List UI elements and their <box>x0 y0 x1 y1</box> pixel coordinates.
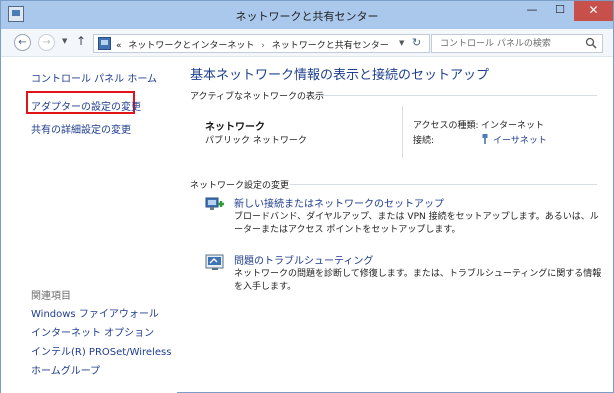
task-description-new-connection: ブロードバンド、ダイヤルアップ、または VPN 接続をセットアップします。あるい… <box>234 212 599 235</box>
breadcrumb-item-network-sharing-center[interactable]: ネットワークと共有センター <box>272 41 389 51</box>
connection-item[interactable]: イーサネット <box>481 133 547 146</box>
forward-button[interactable]: → <box>38 34 55 51</box>
breadcrumb-separator[interactable]: › <box>261 41 265 51</box>
sidebar-link-windows-firewall[interactable]: Windows ファイアウォール <box>31 305 159 320</box>
sidebar-link-change-adapter-settings[interactable]: アダプターの設定の変更 <box>31 98 141 113</box>
sidebar-link-control-panel-home[interactable]: コントロール パネル ホーム <box>31 70 157 85</box>
troubleshoot-icon <box>205 254 224 270</box>
breadcrumb: « ネットワークとインターネット › ネットワークと共有センター <box>116 38 389 51</box>
access-type-value: インターネット <box>481 121 545 131</box>
address-box[interactable]: « ネットワークとインターネット › ネットワークと共有センター ▼ ↻ <box>93 34 430 53</box>
maximize-button[interactable]: ☐ <box>546 1 574 21</box>
breadcrumb-item-network-internet[interactable]: ネットワークとインターネット <box>128 41 254 51</box>
minimize-button[interactable]: — <box>518 1 546 21</box>
network-type[interactable]: パブリック ネットワーク <box>205 133 307 146</box>
sidebar-link-internet-options[interactable]: インターネット オプション <box>31 324 154 339</box>
network-name: ネットワーク <box>205 122 265 133</box>
connections-label: 接続: <box>413 136 435 146</box>
ethernet-icon <box>482 134 488 144</box>
active-networks-heading: アクティブなネットワークの表示 <box>190 92 325 102</box>
access-type-label: アクセスの種類: <box>413 121 479 131</box>
sidebar-link-homegroup[interactable]: ホームグループ <box>31 362 100 377</box>
sidebar-link-intel-proset-wireless[interactable]: インテル(R) PROSet/Wireless <box>31 343 171 358</box>
address-bar: ← → ▼ ↑ « ネットワークとインターネット › ネットワークと共有センター… <box>1 29 613 57</box>
new-connection-icon <box>205 197 224 210</box>
sidebar-link-advanced-sharing-settings[interactable]: 共有の詳細設定の変更 <box>31 121 131 136</box>
search-box[interactable] <box>431 34 603 53</box>
divider <box>402 106 403 158</box>
recent-locations-button[interactable]: ▼ <box>62 37 67 45</box>
search-icon[interactable] <box>585 37 597 49</box>
address-dropdown-button[interactable]: ▼ <box>399 39 404 47</box>
close-button[interactable]: ✕ <box>574 1 613 21</box>
sidebar: コントロール パネル ホーム アダプターの設定の変更 共有の詳細設定の変更 関連… <box>1 58 177 393</box>
change-settings-heading: ネットワーク設定の変更 <box>190 181 290 191</box>
task-link-new-connection[interactable]: 新しい接続またはネットワークのセットアップ <box>234 195 444 210</box>
control-panel-icon <box>98 37 111 50</box>
main-content: 基本ネットワーク情報の表示と接続のセットアップ アクティブなネットワークの表示 … <box>177 58 613 393</box>
network-sharing-center-window: ネットワークと共有センター — ☐ ✕ ← → ▼ ↑ « ネットワークとインタ… <box>0 0 614 393</box>
task-description-troubleshoot: ネットワークの問題を診断して修復します。または、トラブルシューティングに関する情… <box>234 269 602 292</box>
breadcrumb-overflow[interactable]: « <box>116 41 122 51</box>
title-bar[interactable]: ネットワークと共有センター — ☐ ✕ <box>1 1 613 29</box>
back-button[interactable]: ← <box>14 34 31 51</box>
up-button[interactable]: ↑ <box>76 34 86 48</box>
related-section-title: 関連項目 <box>31 291 71 302</box>
task-link-troubleshoot[interactable]: 問題のトラブルシューティング <box>234 252 373 267</box>
divider <box>312 95 597 96</box>
divider <box>290 184 597 185</box>
page-title: 基本ネットワーク情報の表示と接続のセットアップ <box>190 68 490 83</box>
search-input[interactable] <box>432 35 577 52</box>
refresh-button[interactable]: ↻ <box>412 36 421 49</box>
ethernet-link[interactable]: イーサネット <box>493 136 547 146</box>
